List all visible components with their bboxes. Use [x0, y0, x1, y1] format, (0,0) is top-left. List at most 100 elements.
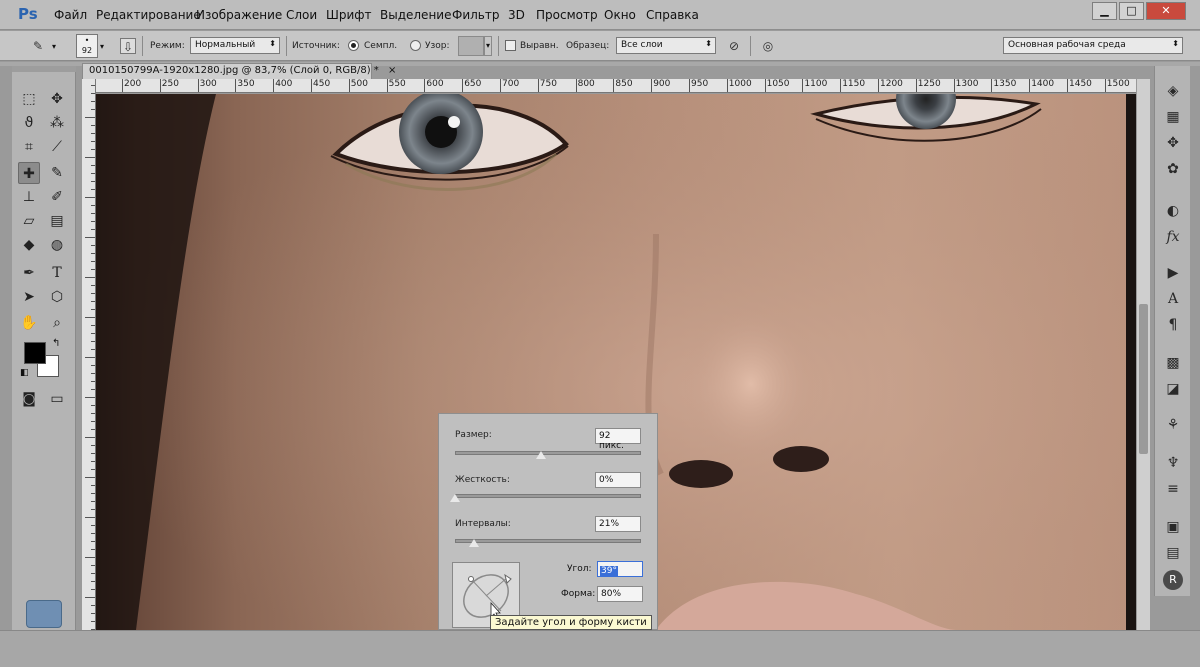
- blur-icon[interactable]: ◆: [18, 234, 40, 256]
- menu-image[interactable]: Изображение: [196, 8, 282, 22]
- quick-mask-icon[interactable]: ◙: [18, 388, 40, 410]
- brush-preset-picker[interactable]: • 92: [76, 34, 98, 58]
- clone-stamp-icon[interactable]: ⊥: [18, 186, 40, 208]
- brush-dot-icon: •: [84, 36, 90, 45]
- ruler-tick-label: 750: [539, 79, 557, 89]
- pattern-picker[interactable]: [458, 36, 484, 56]
- actions-icon[interactable]: ▶: [1162, 262, 1184, 284]
- hardness-field[interactable]: 0%: [595, 472, 641, 488]
- ruler-tick-label: 1000: [728, 79, 752, 89]
- spacing-slider-thumb[interactable]: [468, 539, 479, 547]
- close-button[interactable]: ✕: [1146, 2, 1186, 20]
- eyedropper-icon[interactable]: ⟋: [46, 136, 68, 158]
- dodge-icon[interactable]: ◍: [46, 234, 68, 256]
- document-tab-title: 0010150799A-1920x1280.jpg @ 83,7% (Слой …: [89, 65, 379, 76]
- move-icon[interactable]: ✥: [46, 88, 68, 110]
- channels-icon[interactable]: ▦: [1162, 106, 1184, 128]
- hardness-slider-track[interactable]: [455, 494, 641, 498]
- source-pattern-radio[interactable]: [410, 40, 421, 51]
- history-brush-icon[interactable]: ✐: [46, 186, 68, 208]
- notes-icon[interactable]: ▣: [1162, 516, 1184, 538]
- quick-select-icon[interactable]: ⁂: [46, 112, 68, 134]
- tool-presets-icon[interactable]: ⚘: [1162, 414, 1184, 436]
- mode-dropdown[interactable]: Нормальный ⬍: [190, 37, 280, 54]
- path-select-icon[interactable]: ➤: [18, 286, 40, 308]
- ignore-adjustment-layers-icon[interactable]: ⊘: [726, 38, 742, 54]
- vertical-scrollbar[interactable]: [1136, 79, 1150, 630]
- hardness-slider-thumb[interactable]: [450, 494, 460, 502]
- gradient-icon[interactable]: ▤: [46, 210, 68, 232]
- size-field[interactable]: 92 пикс.: [595, 428, 641, 451]
- menu-file[interactable]: Файл: [54, 8, 87, 22]
- sample-dropdown[interactable]: Все слои ⬍: [616, 37, 716, 54]
- lasso-icon[interactable]: ϑ: [18, 112, 40, 134]
- menu-edit[interactable]: Редактирование: [96, 8, 201, 22]
- pen-icon[interactable]: ✒: [18, 262, 40, 284]
- menu-window[interactable]: Окно: [604, 8, 636, 22]
- zoom-icon[interactable]: ⌕: [46, 312, 68, 334]
- type-icon[interactable]: T: [46, 262, 68, 284]
- eraser-icon[interactable]: ▱: [18, 210, 40, 232]
- workspace-dropdown[interactable]: Основная рабочая среда ⬍: [1003, 37, 1183, 54]
- menu-3d[interactable]: 3D: [508, 8, 525, 22]
- default-colors-icon[interactable]: ◧: [20, 368, 29, 378]
- menu-filter[interactable]: Фильтр: [452, 8, 499, 22]
- scrollbar-thumb[interactable]: [1139, 304, 1148, 454]
- size-slider-track[interactable]: [455, 451, 641, 455]
- brush-presets-icon[interactable]: ♆: [1162, 452, 1184, 474]
- ruler-tick: [85, 357, 95, 358]
- source-sampled-radio[interactable]: [348, 40, 359, 51]
- ruler-tick-label: 1250: [917, 79, 941, 89]
- adjustments-icon[interactable]: ✿: [1162, 158, 1184, 180]
- navigator-icon[interactable]: ◪: [1162, 378, 1184, 400]
- document-tab[interactable]: 0010150799A-1920x1280.jpg @ 83,7% (Слой …: [82, 63, 396, 79]
- spacing-field[interactable]: 21%: [595, 516, 641, 532]
- tools-panel-grip[interactable]: [12, 66, 76, 72]
- swap-colors-icon[interactable]: ↰: [52, 338, 60, 349]
- fx-icon[interactable]: fx: [1162, 226, 1184, 248]
- brush-icon[interactable]: ✎: [46, 162, 68, 184]
- ruler-tick-label: 900: [653, 79, 671, 89]
- character-icon[interactable]: A: [1162, 288, 1184, 310]
- healing-brush-tool-icon[interactable]: ✎: [30, 38, 46, 54]
- marquee-icon[interactable]: ⬚: [18, 88, 40, 110]
- clone-source-icon[interactable]: ≡: [1162, 478, 1184, 500]
- chevron-down-icon[interactable]: ▾: [52, 42, 56, 51]
- brush-chevron-icon[interactable]: ▾: [100, 42, 104, 51]
- menu-layers[interactable]: Слои: [286, 8, 317, 22]
- foreground-color-fill[interactable]: [24, 342, 46, 364]
- pattern-chevron-icon[interactable]: ▾: [484, 36, 492, 56]
- minimize-button[interactable]: ▁: [1092, 2, 1117, 20]
- layers-icon[interactable]: ◈: [1162, 80, 1184, 102]
- menu-help[interactable]: Справка: [646, 8, 699, 22]
- menu-select[interactable]: Выделение: [380, 8, 451, 22]
- menu-view[interactable]: Просмотр: [536, 8, 598, 22]
- ruler-tick: [85, 597, 95, 598]
- brush-panel-toggle-icon[interactable]: ⇩: [120, 38, 136, 54]
- angle-field[interactable]: 39°: [597, 561, 643, 577]
- roundness-field[interactable]: 80%: [597, 586, 643, 602]
- r-icon[interactable]: R: [1163, 570, 1183, 590]
- spacing-slider-track[interactable]: [455, 539, 641, 543]
- healing-brush-icon[interactable]: ✚: [18, 162, 40, 184]
- hand-icon[interactable]: ✋: [18, 312, 40, 334]
- divider: [750, 36, 751, 56]
- ruler-tick: [91, 365, 95, 366]
- aligned-checkbox[interactable]: [505, 40, 516, 51]
- paths-icon[interactable]: ✥: [1162, 132, 1184, 154]
- paragraph-icon[interactable]: ¶: [1162, 314, 1184, 336]
- crop-icon[interactable]: ⌗: [18, 136, 40, 158]
- shape-icon[interactable]: ⬡: [46, 286, 68, 308]
- screen-mode-icon[interactable]: ▭: [46, 388, 68, 410]
- ruler-tick-label: 250: [161, 79, 179, 89]
- styles-icon[interactable]: ◐: [1162, 200, 1184, 222]
- menu-type[interactable]: Шрифт: [326, 8, 372, 22]
- size-slider-thumb[interactable]: [535, 451, 546, 459]
- restore-button[interactable]: □: [1119, 2, 1144, 20]
- ruler-tick: [85, 317, 95, 318]
- info-icon[interactable]: ▤: [1162, 542, 1184, 564]
- ruler-tick: [348, 79, 350, 92]
- tab-close-icon[interactable]: ×: [388, 65, 396, 76]
- pressure-size-icon[interactable]: ◎: [760, 38, 776, 54]
- swatches-icon[interactable]: ▩: [1162, 352, 1184, 374]
